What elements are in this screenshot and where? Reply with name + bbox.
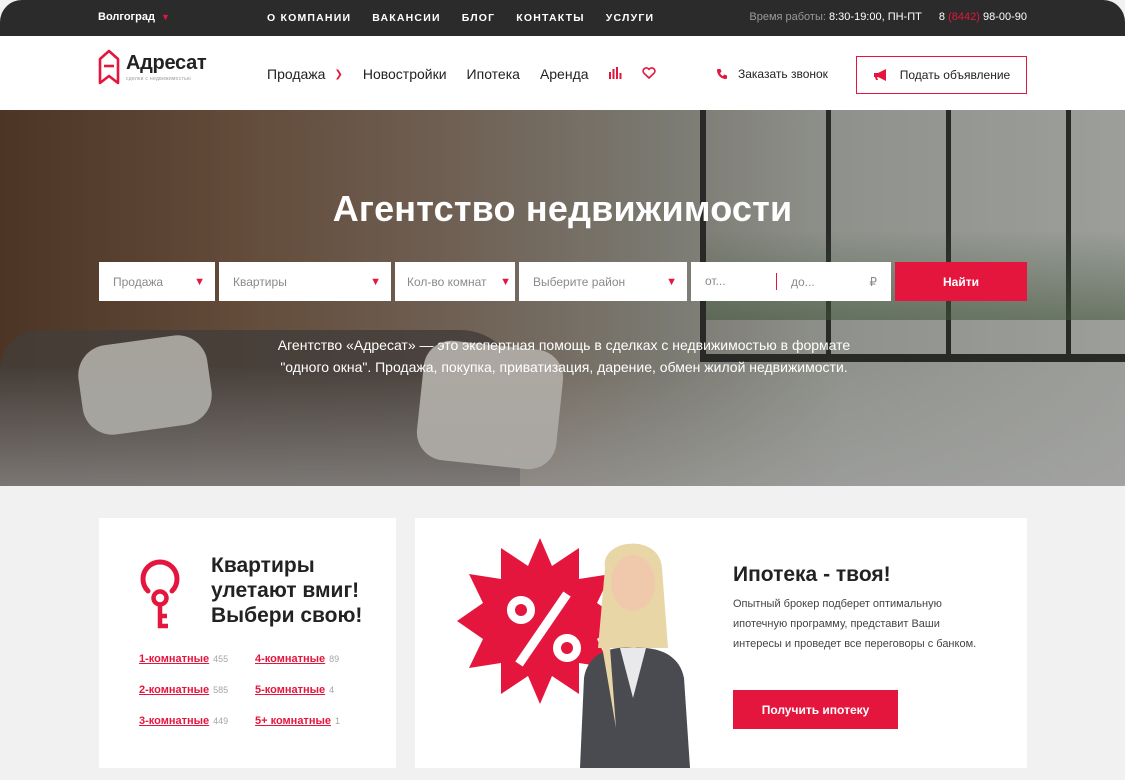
mortgage-card: Ипотека - твоя! Опытный брокер подберет … [415, 518, 1027, 768]
price-to-input[interactable]: до... ₽ [777, 275, 891, 289]
site-header: Адресат сделки с недвижимостью Продажа ❯ … [0, 36, 1125, 110]
room-link-5[interactable]: 5-комнатные 4 [255, 684, 334, 696]
get-mortgage-button[interactable]: Получить ипотеку [733, 690, 898, 729]
nav-sale-label: Продажа [267, 66, 326, 82]
mortgage-title: Ипотека - твоя! [733, 563, 891, 586]
search-button[interactable]: Найти [895, 262, 1027, 301]
room-link-2[interactable]: 2-комнатные 585 [139, 684, 228, 696]
broker-photo [580, 543, 690, 768]
room-count: 1 [334, 716, 340, 726]
room-count: 585 [213, 685, 229, 695]
nav-rent[interactable]: Аренда [540, 66, 589, 82]
top-nav-contacts[interactable]: КОНТАКТЫ [516, 12, 584, 24]
room-count: 455 [213, 654, 229, 664]
hero-description-line: Агентство «Адресат» — это экспертная пом… [277, 337, 851, 353]
hours-label: Время работы: [749, 11, 826, 23]
callback-link[interactable]: Заказать звонок [716, 67, 828, 81]
phone-icon [717, 69, 727, 79]
room-link-4[interactable]: 4-комнатные 89 [255, 653, 339, 665]
megaphone-icon [873, 69, 886, 81]
hours-value: 8:30-19:00, ПН-ПТ [829, 11, 922, 23]
city-selector[interactable]: Волгоград ▼ [98, 11, 170, 23]
room-label: 1-комнатные [139, 653, 210, 665]
room-label: 2-комнатные [139, 684, 210, 696]
rooms-select[interactable]: Кол-во комнат ▼ [395, 262, 515, 301]
top-nav-about[interactable]: О КОМПАНИИ [267, 12, 351, 24]
rooms-card: Квартиры улетают вмиг! Выбери свою! 1-ко… [99, 518, 396, 768]
chevron-down-icon: ▼ [370, 275, 381, 288]
nav-new-buildings[interactable]: Новостройки [363, 66, 447, 82]
working-hours: Время работы: 8:30-19:00, ПН-ПТ 8 (8442)… [749, 11, 1027, 23]
chevron-down-icon: ❯ [334, 68, 343, 80]
hero-section: Агентство недвижимости Продажа ▼ Квартир… [0, 110, 1125, 486]
house-bookmark-icon [98, 49, 120, 85]
rooms-title-line: Квартиры [211, 554, 315, 577]
top-nav-blog[interactable]: БЛОГ [462, 12, 496, 24]
chevron-down-icon: ▼ [194, 275, 205, 288]
property-type-value: Квартиры [233, 274, 287, 289]
search-form: Продажа ▼ Квартиры ▼ Кол-во комнат ▼ Выб… [99, 262, 1027, 301]
caret-down-icon: ▼ [160, 12, 170, 22]
deal-type-value: Продажа [113, 274, 164, 289]
room-label: 5-комнатные [255, 684, 326, 696]
nav-mortgage[interactable]: Ипотека [467, 66, 520, 82]
logo-name: Адресат [126, 52, 207, 74]
hero-title: Агентство недвижимости [332, 188, 793, 229]
post-ad-button[interactable]: Подать объявление [856, 56, 1027, 94]
property-type-select[interactable]: Квартиры ▼ [219, 262, 391, 301]
chevron-down-icon: ▼ [666, 275, 677, 288]
district-select[interactable]: Выберите район ▼ [519, 262, 687, 301]
price-to-placeholder: до... [791, 274, 815, 289]
top-bar: Волгоград ▼ О КОМПАНИИ ВАКАНСИИ БЛОГ КОНТ… [0, 0, 1125, 36]
room-link-6[interactable]: 5+ комнатные 1 [255, 715, 340, 727]
room-label: 3-комнатные [139, 715, 210, 727]
room-link-1[interactable]: 1-комнатные 455 [139, 653, 228, 665]
post-ad-label: Подать объявление [899, 68, 1011, 82]
phone-link[interactable]: 8 (8442) 98-00-90 [939, 11, 1027, 23]
rooms-card-title: Квартиры улетают вмиг! Выбери свою! [211, 553, 362, 628]
district-value: Выберите район [533, 274, 626, 289]
phone-number: 98-00-90 [979, 11, 1027, 23]
logo-tagline: сделки с недвижимостью [126, 76, 192, 82]
rooms-value: Кол-во комнат [407, 274, 487, 289]
price-from-input[interactable]: от... [691, 273, 777, 290]
deal-type-select[interactable]: Продажа ▼ [99, 262, 215, 301]
favorites-heart-icon[interactable] [641, 66, 656, 82]
chevron-down-icon: ▼ [500, 275, 511, 288]
currency-label: ₽ [869, 274, 877, 289]
room-count: 89 [329, 654, 340, 664]
city-label: Волгоград [98, 11, 155, 23]
logo[interactable]: Адресат сделки с недвижимостью [98, 49, 207, 85]
room-count: 449 [213, 716, 229, 726]
room-label: 5+ комнатные [255, 715, 331, 727]
phone-code: (8442) [948, 11, 980, 23]
phone-prefix: 8 [938, 11, 949, 23]
room-label: 4-комнатные [255, 653, 326, 665]
top-nav: О КОМПАНИИ ВАКАНСИИ БЛОГ КОНТАКТЫ УСЛУГИ [267, 12, 654, 24]
top-nav-services[interactable]: УСЛУГИ [606, 12, 654, 24]
key-icon [140, 559, 180, 629]
price-range: от... до... ₽ [691, 262, 891, 301]
callback-label: Заказать звонок [738, 67, 828, 81]
compare-icon[interactable] [608, 66, 622, 82]
top-nav-vacancies[interactable]: ВАКАНСИИ [372, 12, 441, 24]
nav-sale[interactable]: Продажа ❯ [267, 66, 343, 82]
main-nav: Продажа ❯ Новостройки Ипотека Аренда [267, 66, 676, 82]
mortgage-text: Опытный брокер подберет оптимальную ипот… [733, 598, 977, 650]
room-count: 4 [329, 685, 335, 695]
hero-description-line: "одного окна". Продажа, покупка, привати… [280, 359, 848, 375]
rooms-title-line: Выбери свою! [211, 604, 363, 627]
room-link-3[interactable]: 3-комнатные 449 [139, 715, 228, 727]
hero-description: Агентство «Адресат» — это экспертная пом… [254, 334, 874, 378]
rooms-title-line: улетают вмиг! [211, 579, 360, 602]
